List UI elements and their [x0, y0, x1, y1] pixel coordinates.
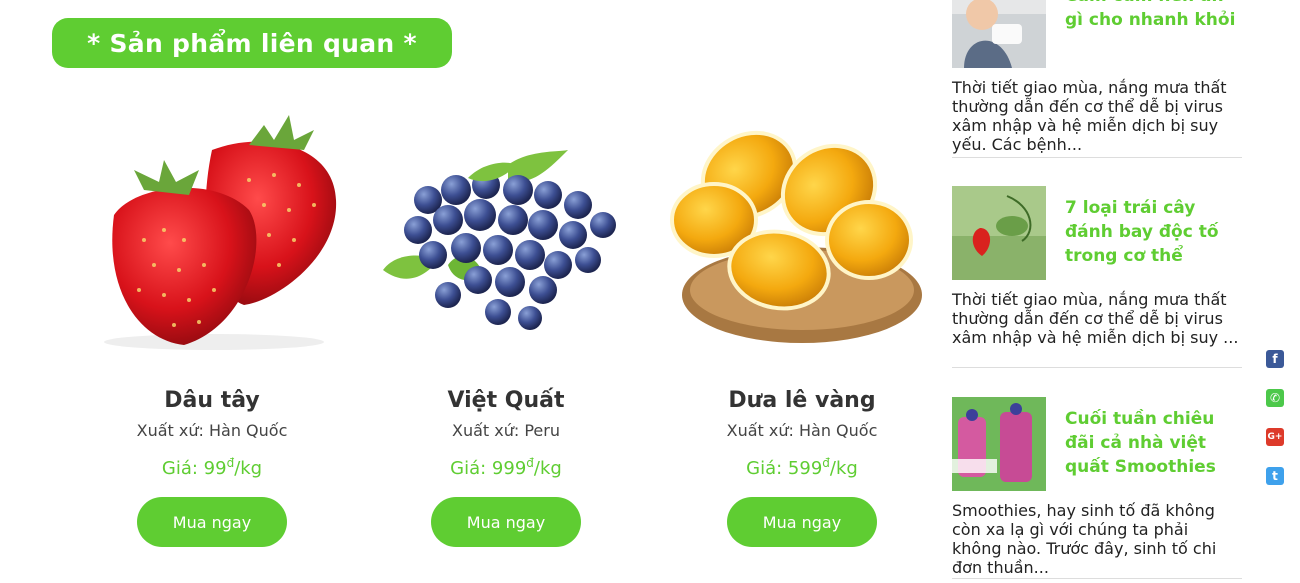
- news-excerpt: Thời tiết giao mùa, nắng mưa thất thường…: [952, 290, 1239, 347]
- news-thumbnail[interactable]: [952, 0, 1046, 68]
- phone-icon[interactable]: ✆: [1266, 389, 1284, 407]
- news-thumbnail[interactable]: [952, 186, 1046, 280]
- price-value: Giá: 999: [450, 458, 527, 479]
- product-price: Giá: 99đ/kg: [64, 456, 360, 479]
- product-origin: Xuất xứ: Hàn Quốc: [726, 421, 878, 440]
- product-name[interactable]: Việt Quất: [358, 388, 654, 413]
- currency-symbol: đ: [526, 456, 534, 470]
- price-unit: /kg: [533, 458, 562, 479]
- news-excerpt: Smoothies, hay sinh tố đã không còn xa l…: [952, 501, 1217, 577]
- buy-now-button[interactable]: Mua ngay: [431, 497, 581, 547]
- product-origin: Xuất xứ: Peru: [452, 421, 560, 440]
- buy-now-button[interactable]: Mua ngay: [137, 497, 287, 547]
- product-price: Giá: 599đ/kg: [654, 456, 950, 479]
- price-unit: /kg: [234, 458, 263, 479]
- news-title[interactable]: Cuối tuần chiêu đãi cả nhà việt quất Smo…: [1065, 407, 1245, 479]
- product-card-viet-quat: Việt Quất Xuất xứ: Peru Giá: 999đ/kg Mua…: [358, 90, 654, 547]
- news-excerpt: Thời tiết giao mùa, nắng mưa thất thường…: [952, 78, 1227, 154]
- divider: [952, 578, 1242, 579]
- product-image-blueberries[interactable]: [358, 90, 654, 360]
- product-image-yellow-melon[interactable]: [654, 90, 950, 360]
- news-title[interactable]: Cảm cúm nên ăn gì cho nhanh khỏi: [1065, 0, 1245, 32]
- currency-symbol: đ: [822, 456, 830, 470]
- news-title[interactable]: 7 loại trái cây đánh bay độc tố trong cơ…: [1065, 196, 1245, 268]
- product-name[interactable]: Dâu tây: [64, 388, 360, 413]
- divider: [952, 367, 1242, 368]
- product-image-strawberry[interactable]: [64, 90, 360, 360]
- section-title-badge: * Sản phẩm liên quan *: [52, 18, 452, 68]
- divider: [952, 157, 1242, 158]
- google-plus-icon[interactable]: G+: [1266, 428, 1284, 446]
- product-card-dau-tay: Dâu tây Xuất xứ: Hàn Quốc Giá: 99đ/kg Mu…: [64, 90, 360, 547]
- product-origin: Xuất xứ: Hàn Quốc: [136, 421, 288, 440]
- product-card-dua-le-vang: Dưa lê vàng Xuất xứ: Hàn Quốc Giá: 599đ/…: [654, 90, 950, 547]
- price-unit: /kg: [829, 458, 858, 479]
- product-name[interactable]: Dưa lê vàng: [654, 388, 950, 413]
- product-price: Giá: 999đ/kg: [358, 456, 654, 479]
- facebook-icon[interactable]: f: [1266, 350, 1284, 368]
- buy-now-button[interactable]: Mua ngay: [727, 497, 877, 547]
- price-value: Giá: 599: [746, 458, 823, 479]
- news-thumbnail[interactable]: [952, 397, 1046, 491]
- twitter-icon[interactable]: t: [1266, 467, 1284, 485]
- price-value: Giá: 99: [161, 458, 227, 479]
- section-title: * Sản phẩm liên quan *: [87, 28, 417, 58]
